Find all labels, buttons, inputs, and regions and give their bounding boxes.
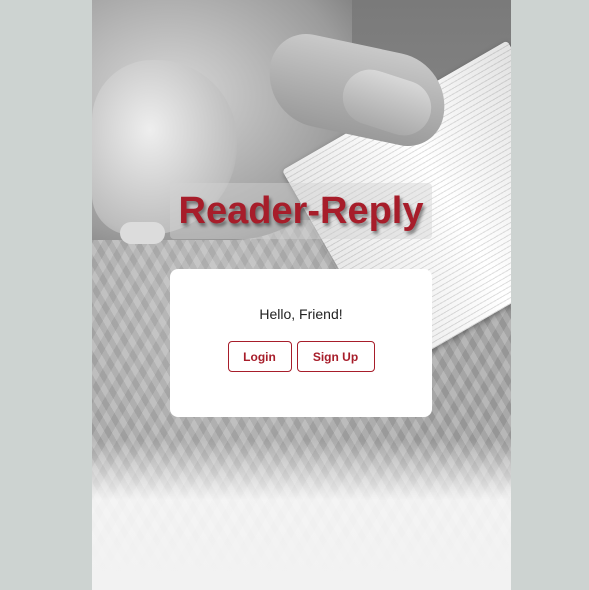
title-panel: Reader-Reply (170, 183, 432, 239)
site-title: Reader-Reply (178, 189, 424, 232)
greeting-text: Hello, Friend! (259, 306, 343, 322)
page: Reader-Reply Hello, Friend! Login Sign U… (0, 0, 589, 590)
welcome-card: Hello, Friend! Login Sign Up (170, 269, 432, 417)
light-patch (92, 440, 511, 590)
signup-button[interactable]: Sign Up (296, 341, 375, 372)
person-feet (120, 222, 165, 244)
auth-actions: Login Sign Up (170, 341, 432, 372)
login-button[interactable]: Login (227, 341, 292, 372)
